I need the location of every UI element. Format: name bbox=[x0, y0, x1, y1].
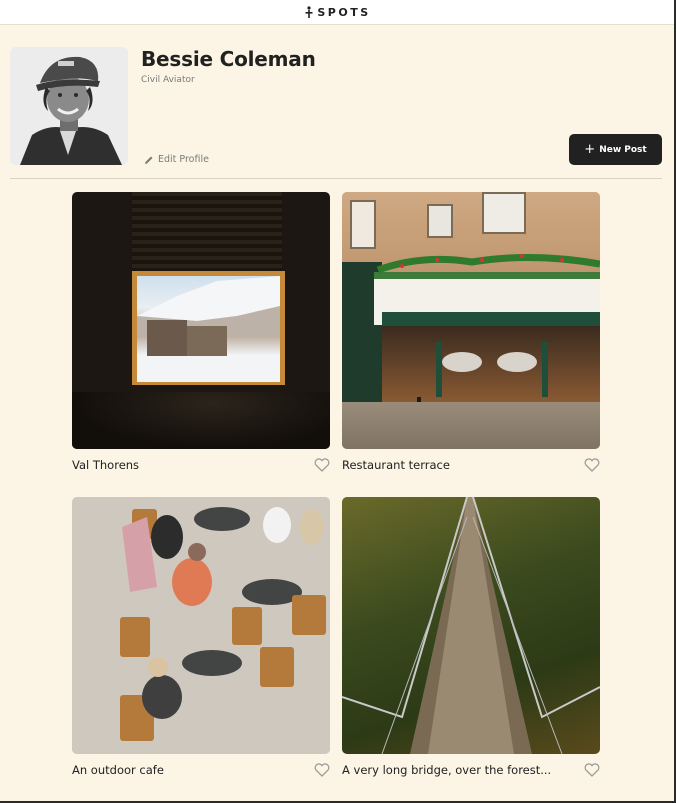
card: Val Thorens bbox=[72, 192, 330, 472]
card: A very long bridge, over the forest... bbox=[342, 497, 600, 777]
app-name: SPOTS bbox=[317, 5, 371, 19]
divider bbox=[10, 178, 662, 179]
profile-section: Bessie Coleman Civil Aviator Edit Profil… bbox=[10, 47, 662, 167]
heart-icon[interactable] bbox=[314, 763, 330, 777]
edit-profile-label: Edit Profile bbox=[158, 154, 209, 165]
heart-icon[interactable] bbox=[584, 763, 600, 777]
pencil-icon bbox=[145, 156, 153, 164]
plus-icon: + bbox=[584, 142, 596, 157]
avatar bbox=[10, 47, 128, 165]
card-title: Restaurant terrace bbox=[342, 458, 450, 472]
card: An outdoor cafe bbox=[72, 497, 330, 777]
card-image[interactable] bbox=[342, 192, 600, 449]
heart-icon[interactable] bbox=[314, 458, 330, 472]
new-post-button[interactable]: + New Post bbox=[569, 134, 662, 165]
card-image[interactable] bbox=[72, 192, 330, 449]
card-title: An outdoor cafe bbox=[72, 763, 164, 777]
card-image[interactable] bbox=[342, 497, 600, 754]
edit-profile-button[interactable]: Edit Profile bbox=[144, 154, 209, 165]
site-header: SPOTS bbox=[0, 0, 676, 25]
card-title: A very long bridge, over the forest... bbox=[342, 763, 552, 777]
card-image[interactable] bbox=[72, 497, 330, 754]
profile-name: Bessie Coleman bbox=[141, 47, 316, 71]
card: Restaurant terrace bbox=[342, 192, 600, 472]
new-post-label: New Post bbox=[599, 144, 647, 155]
heart-icon[interactable] bbox=[584, 458, 600, 472]
profile-caption: Civil Aviator bbox=[141, 75, 195, 85]
spots-logo-icon bbox=[305, 6, 313, 18]
card-title: Val Thorens bbox=[72, 458, 140, 472]
spots-logo[interactable]: SPOTS bbox=[305, 6, 370, 19]
